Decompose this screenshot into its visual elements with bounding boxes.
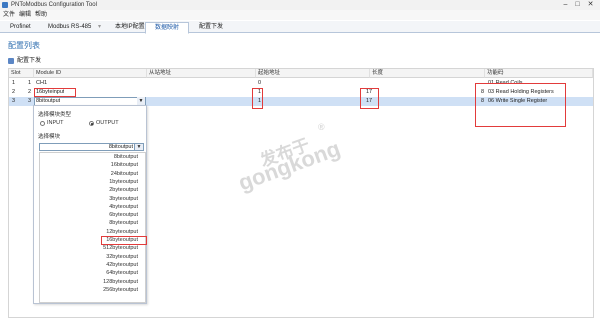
header-start-address[interactable]: 起始地址: [256, 69, 370, 78]
app-icon: [2, 2, 8, 8]
slot-cell: 2: [28, 89, 32, 95]
tab-separator-icon: ▾: [98, 24, 102, 30]
module-option[interactable]: 1byteoutput: [40, 178, 138, 186]
tab-local-ip[interactable]: 本地IP配置: [115, 22, 145, 32]
module-combobox[interactable]: 8bitoutput ▼: [39, 143, 144, 151]
menu-bar: [0, 10, 600, 20]
input-radio[interactable]: [40, 121, 45, 126]
download-icon: [8, 58, 14, 64]
output-radio-label[interactable]: OUTPUT: [96, 120, 119, 127]
module-type-label: 选择模块类型: [38, 112, 72, 118]
menu-edit[interactable]: 编辑: [19, 11, 31, 19]
module-option[interactable]: 64byteoutput: [40, 269, 138, 277]
module-option[interactable]: 8bitoutput: [40, 153, 138, 161]
header-slot[interactable]: Slot: [9, 69, 34, 78]
module-cell[interactable]: CH1: [36, 79, 47, 88]
module-option[interactable]: 512byteoutput: [40, 244, 138, 252]
module-option[interactable]: 24bitoutput: [40, 170, 138, 178]
module-option[interactable]: 4byteoutput: [40, 203, 138, 211]
header-length[interactable]: 长度: [370, 69, 485, 78]
header-function-code[interactable]: 功能码: [485, 69, 593, 78]
module-option[interactable]: 128byteoutput: [40, 278, 138, 286]
close-button[interactable]: ✕: [586, 0, 595, 9]
header-slave-address[interactable]: 从站地址: [147, 69, 256, 78]
highlight-module: [34, 88, 76, 97]
module-option[interactable]: 12byteoutput: [40, 228, 138, 236]
highlight-start-address: [252, 88, 263, 109]
module-option[interactable]: 32byteoutput: [40, 253, 138, 261]
input-radio-label[interactable]: INPUT: [47, 120, 64, 127]
slot-cell: 3: [28, 98, 32, 104]
tab-profinet[interactable]: Profinet: [10, 22, 31, 32]
highlight-function-code: [475, 83, 566, 127]
module-option[interactable]: 6byteoutput: [40, 211, 138, 219]
config-download-label: 配置下发: [17, 58, 42, 64]
section-title: 配置列表: [8, 41, 40, 50]
output-radio[interactable]: [89, 121, 94, 126]
module-option[interactable]: 2byteoutput: [40, 186, 138, 194]
maximize-button[interactable]: □: [573, 0, 582, 9]
module-select-label: 选择模块: [38, 134, 61, 140]
row-number: 3: [12, 98, 16, 104]
module-option[interactable]: 8byteoutput: [40, 219, 138, 227]
header-module-id[interactable]: Module ID: [34, 69, 147, 78]
row-number: 1: [12, 80, 16, 86]
menu-file[interactable]: 文件: [3, 11, 15, 19]
chevron-down-icon[interactable]: ▼: [134, 144, 143, 150]
menu-help[interactable]: 帮助: [35, 11, 47, 19]
module-option[interactable]: 3byteoutput: [40, 195, 138, 203]
module-option[interactable]: 256byteoutput: [40, 286, 138, 294]
highlight-length: [360, 88, 379, 109]
row-number: 2: [12, 89, 16, 95]
minimize-button[interactable]: –: [561, 0, 570, 9]
module-option[interactable]: 42byteoutput: [40, 261, 138, 269]
module-combobox-value: 8bitoutput: [108, 144, 133, 150]
tab-data-mapping[interactable]: 数据映射: [145, 22, 189, 34]
title-bar: PNToModbus Configuration Tool – □ ✕: [0, 0, 600, 10]
slot-cell: 1: [28, 80, 32, 86]
tab-config-download[interactable]: 配置下发: [199, 22, 223, 32]
module-option[interactable]: 16bitoutput: [40, 161, 138, 169]
window-title: PNToModbus Configuration Tool: [11, 2, 97, 8]
watermark-registered-mark: ®: [318, 122, 325, 132]
tab-modbus[interactable]: Modbus RS-485: [48, 22, 91, 32]
start-address-cell[interactable]: 0: [258, 79, 261, 88]
